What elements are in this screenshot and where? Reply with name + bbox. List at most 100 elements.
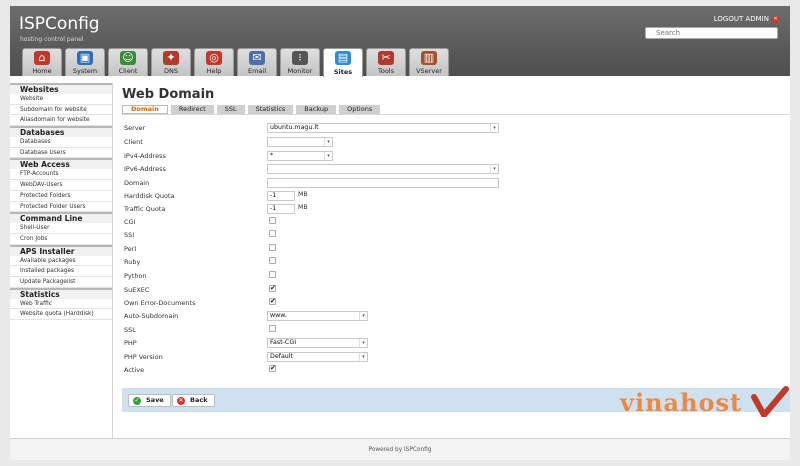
home-icon: ⌂ (34, 51, 50, 65)
hd-quota-input[interactable]: -1 (267, 191, 295, 201)
sidebar-section-title: Databases (10, 126, 112, 138)
back-label: Back (190, 396, 208, 404)
tab-help[interactable]: ◎ Help (194, 48, 234, 76)
sidebar-item[interactable]: Databases (10, 137, 112, 148)
traffic-light-icon: ⁝ (292, 51, 308, 65)
hd-quota-label: Harddisk Quota (124, 192, 175, 200)
client-row: Client ▾ (122, 136, 790, 150)
domain-input[interactable] (267, 178, 499, 188)
traffic-quota-input[interactable]: -1 (267, 204, 295, 214)
ipv4-select[interactable]: * ▾ (267, 151, 333, 161)
logout-link[interactable]: LOGOUT ADMIN ✕ (714, 15, 779, 23)
sidebar-item[interactable]: Web Traffic (10, 299, 112, 310)
cancel-icon: ✕ (177, 397, 185, 405)
sidebar-item[interactable]: WebDAV-Users (10, 180, 112, 191)
sidebar-item[interactable]: Shell-User (10, 223, 112, 234)
sidebar-item[interactable]: Database Users (10, 148, 112, 159)
page-title: Web Domain (122, 87, 215, 102)
tab-vserver[interactable]: ▥ VServer (409, 48, 449, 76)
domain-row: Domain (122, 177, 790, 191)
tab-monitor[interactable]: ⁝ Monitor (280, 48, 320, 76)
sidebar-item[interactable]: Available packages (10, 256, 112, 267)
suexec-checkbox[interactable]: ✔ (269, 285, 276, 292)
sidebar-item[interactable]: Subdomain for website (10, 105, 112, 116)
active-checkbox[interactable]: ✔ (269, 365, 276, 372)
form-tab-options[interactable]: Options (339, 105, 381, 114)
form-tab-domain[interactable]: Domain (122, 105, 168, 114)
chevron-down-icon: ▾ (324, 152, 332, 160)
python-checkbox[interactable] (269, 271, 276, 278)
server-select[interactable]: ubuntu.magu.lt ▾ (267, 123, 499, 133)
back-button[interactable]: ✕ Back (172, 394, 215, 407)
tab-tools[interactable]: ✂ Tools (366, 48, 406, 76)
tab-label: Home (32, 67, 52, 75)
search-input[interactable] (645, 27, 778, 39)
sites-icon: ▤ (335, 51, 351, 65)
ruby-label: Ruby (124, 258, 141, 266)
tab-label: Help (206, 67, 222, 75)
sidebar-divider (112, 83, 113, 438)
sidebar-item[interactable]: Protected Folders (10, 191, 112, 202)
tab-email[interactable]: ✉ Email (237, 48, 277, 76)
tab-system[interactable]: ▣ System (65, 48, 105, 76)
save-label: Save (146, 396, 164, 404)
traffic-quota-row: Traffic Quota -1 MB (122, 203, 790, 217)
save-button[interactable]: ✓ Save (128, 394, 171, 407)
chevron-down-icon: ▾ (359, 353, 367, 361)
php-label: PHP (124, 339, 137, 347)
footer: Powered by ISPConfig (10, 438, 790, 460)
own-error-checkbox[interactable]: ✔ (269, 298, 276, 305)
cgi-row: CGI (122, 216, 790, 230)
auto-subdomain-select[interactable]: www. ▾ (267, 311, 368, 321)
suexec-label: SuEXEC (124, 286, 150, 294)
logout-label: LOGOUT ADMIN (713, 15, 769, 23)
chevron-down-icon: ▾ (490, 165, 498, 173)
ipv4-value: * (270, 152, 274, 159)
sidebar-item[interactable]: Update Packagelist (10, 277, 112, 288)
sidebar-item[interactable]: Cron Jobs (10, 234, 112, 245)
tab-dns[interactable]: ✦ DNS (151, 48, 191, 76)
php-version-select[interactable]: Default ▾ (267, 352, 368, 362)
watermark-check-icon (751, 386, 789, 417)
sidebar-item[interactable]: Website quota (Harddisk) (10, 309, 112, 320)
server-icon: ▥ (421, 51, 437, 65)
form-tab-statistics[interactable]: Statistics (247, 105, 294, 114)
tab-client[interactable]: ☺ Client (108, 48, 148, 76)
ruby-checkbox[interactable] (269, 257, 276, 264)
ipv6-select[interactable]: ▾ (267, 164, 499, 174)
sidebar-section-title: Websites (10, 83, 112, 94)
client-select[interactable]: ▾ (267, 137, 333, 147)
active-row: Active ✔ (122, 364, 790, 378)
cgi-checkbox[interactable] (269, 217, 276, 224)
tab-home[interactable]: ⌂ Home (22, 48, 62, 76)
php-select[interactable]: Fast-CGI ▾ (267, 338, 368, 348)
tab-label: VServer (416, 67, 442, 75)
sidebar-item[interactable]: Protected Folder Users (10, 202, 112, 213)
form-tab-backup[interactable]: Backup (296, 105, 337, 114)
form-tab-redirect[interactable]: Redirect (170, 105, 214, 114)
sidebar: Websites Website Subdomain for website Alia… (10, 83, 112, 320)
ipv6-label: IPv6-Address (124, 165, 166, 173)
tools-icon: ✂ (378, 51, 394, 65)
perl-checkbox[interactable] (269, 244, 276, 251)
own-error-row: Own Error-Documents ✔ (122, 297, 790, 311)
sidebar-item[interactable]: Website (10, 94, 112, 105)
ssi-checkbox[interactable] (269, 230, 276, 237)
ssl-checkbox[interactable] (269, 325, 276, 332)
sidebar-item[interactable]: Installed packages (10, 266, 112, 277)
hd-quota-row: Harddisk Quota -1 MB (122, 190, 790, 204)
perl-row: Perl (122, 243, 790, 257)
tab-label: Monitor (287, 67, 313, 75)
tab-sites[interactable]: ▤ Sites (323, 48, 363, 77)
tab-label: System (72, 67, 98, 75)
python-label: Python (124, 272, 147, 280)
header: ISPConfig hosting control panel LOGOUT A… (10, 6, 790, 77)
sidebar-section-title: Statistics (10, 287, 112, 299)
sidebar-item[interactable]: FTP-Accounts (10, 169, 112, 181)
watermark: vinahost (610, 385, 790, 417)
active-label: Active (124, 366, 145, 374)
php-version-label: PHP Version (124, 353, 163, 361)
sidebar-item[interactable]: Aliasdomain for website (10, 115, 112, 127)
form-tab-ssl[interactable]: SSL (216, 105, 245, 114)
php-row: PHP Fast-CGI ▾ (122, 337, 790, 351)
